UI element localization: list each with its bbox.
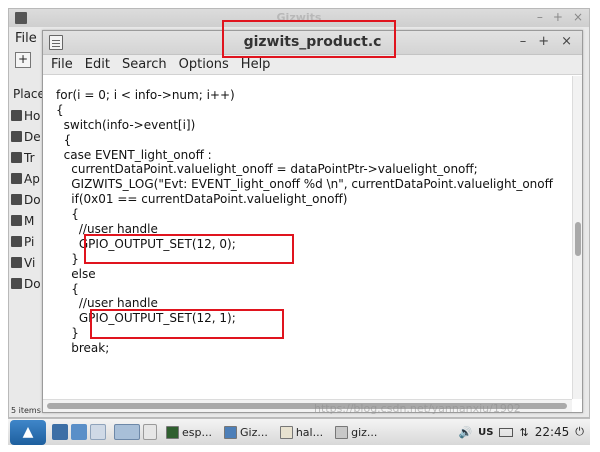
taskbar-task-button[interactable]: esp... xyxy=(163,422,215,442)
sidebar-item-label: Do xyxy=(24,276,41,291)
taskbar-task-label: esp... xyxy=(182,425,212,439)
new-tab-button[interactable]: + xyxy=(15,52,31,68)
title-highlight-box xyxy=(222,20,396,58)
workspace-2-icon[interactable] xyxy=(114,424,140,440)
sidebar-item-label: Do xyxy=(24,192,41,207)
folder-icon xyxy=(223,425,237,439)
places-heading: Place xyxy=(13,87,45,101)
workspace-3-icon[interactable] xyxy=(143,424,157,440)
code-line[interactable]: switch(info->event[i]) xyxy=(56,118,553,133)
show-desktop-icon[interactable] xyxy=(52,424,68,440)
editor-menubar: File Edit Search Options Help xyxy=(43,55,582,75)
documents-folder-icon xyxy=(11,194,22,205)
minimize-button[interactable]: – xyxy=(537,10,543,24)
editor-maximize-button[interactable]: + xyxy=(538,34,549,49)
battery-icon[interactable] xyxy=(499,427,514,437)
power-icon[interactable]: ⏻ xyxy=(575,425,584,439)
sidebar-item[interactable]: Do xyxy=(9,189,45,210)
code-line[interactable]: case EVENT_light_onoff : xyxy=(56,148,553,163)
watermark: https://blog.csdn.net/yannanxiu/1902 xyxy=(314,402,521,415)
places-sidebar: Place Ho De Tr Ap Do M Pi Vi Do xyxy=(9,73,45,294)
music-folder-icon xyxy=(11,215,22,226)
editor-close-button[interactable]: × xyxy=(561,34,572,49)
maximize-button[interactable]: + xyxy=(553,10,563,24)
sidebar-item[interactable]: M xyxy=(9,210,45,231)
downloads-folder-icon xyxy=(11,278,22,289)
file-manager-launcher-icon[interactable] xyxy=(71,424,87,440)
code-line[interactable]: { xyxy=(56,282,553,297)
sidebar-item-label: Ho xyxy=(24,108,41,123)
sidebar-item[interactable]: Vi xyxy=(9,252,45,273)
sidebar-item-label: Pi xyxy=(24,234,35,249)
volume-icon[interactable]: 🔊 xyxy=(458,426,472,439)
editor-window-controls: – + × xyxy=(520,34,572,49)
start-menu-icon: ▲ xyxy=(22,424,34,440)
code-line[interactable]: { xyxy=(56,133,553,148)
menu-options[interactable]: Options xyxy=(179,57,229,72)
taskbar: ▲ esp... Giz... hal... giz... 🔊 US ⇅ 22:45 … xyxy=(8,418,590,445)
sidebar-item-label: Ap xyxy=(24,171,40,186)
code-line[interactable]: { xyxy=(56,103,553,118)
sidebar-item[interactable]: De xyxy=(9,126,45,147)
gpio-set-0-highlight-box xyxy=(84,234,294,264)
taskbar-task-label: giz... xyxy=(351,425,378,439)
clock[interactable]: 22:45 xyxy=(535,425,570,439)
sidebar-item[interactable]: Tr xyxy=(9,147,45,168)
taskbar-task-label: Giz... xyxy=(239,425,268,439)
code-line[interactable]: GIZWITS_LOG("Evt: EVENT_light_onoff %d \… xyxy=(56,177,553,192)
menu-edit[interactable]: Edit xyxy=(85,57,110,72)
code-line[interactable]: break; xyxy=(56,341,553,356)
videos-folder-icon xyxy=(11,257,22,268)
menu-file[interactable]: File xyxy=(15,31,37,46)
text-editor-window: gizwits_product.c – + × File Edit Search… xyxy=(42,30,583,413)
gpio-set-1-highlight-box xyxy=(90,309,284,339)
code-line[interactable]: currentDataPoint.valuelight_onoff = data… xyxy=(56,162,553,177)
sidebar-item-label: De xyxy=(24,129,41,144)
text-editor-icon xyxy=(335,425,349,439)
menu-search[interactable]: Search xyxy=(122,57,167,72)
menu-file[interactable]: File xyxy=(51,57,73,72)
terminal-icon xyxy=(166,425,179,439)
menu-help[interactable]: Help xyxy=(241,57,271,72)
sidebar-item[interactable]: Do xyxy=(9,273,45,294)
taskbar-task-button[interactable]: Giz... xyxy=(221,422,271,442)
file-manager-window-controls: – + × xyxy=(537,10,583,24)
sidebar-item-label: M xyxy=(24,213,35,228)
taskbar-task-button[interactable]: hal... xyxy=(277,422,326,442)
desktop-icon xyxy=(11,131,22,142)
network-icon[interactable]: ⇅ xyxy=(519,426,528,439)
sidebar-item-label: Tr xyxy=(24,150,35,165)
trash-icon xyxy=(11,152,22,163)
home-icon xyxy=(11,110,22,121)
code-line[interactable]: { xyxy=(56,207,553,222)
status-bar: 5 items xyxy=(11,406,41,415)
sidebar-item-label: Vi xyxy=(24,255,36,270)
code-line[interactable]: if(0x01 == currentDataPoint.valuelight_o… xyxy=(56,192,553,207)
close-button[interactable]: × xyxy=(573,10,583,24)
pictures-folder-icon xyxy=(11,236,22,247)
sidebar-item[interactable]: Ho xyxy=(9,105,45,126)
sidebar-item[interactable]: Ap xyxy=(9,168,45,189)
taskbar-task-label: hal... xyxy=(295,425,324,439)
vertical-scrollbar[interactable] xyxy=(572,76,582,399)
sidebar-item[interactable]: Pi xyxy=(9,231,45,252)
system-tray: 🔊 US ⇅ 22:45 ⏻ xyxy=(458,425,590,439)
code-line[interactable]: for(i = 0; i < info->num; i++) xyxy=(56,88,553,103)
text-editor-icon xyxy=(279,425,293,439)
applications-icon xyxy=(11,173,22,184)
start-menu-button[interactable]: ▲ xyxy=(10,419,46,445)
code-line[interactable]: else xyxy=(56,267,553,282)
editor-minimize-button[interactable]: – xyxy=(520,34,527,49)
workspace-1-icon[interactable] xyxy=(90,424,106,440)
taskbar-task-button[interactable]: giz... xyxy=(332,422,380,442)
keyboard-layout-indicator[interactable]: US xyxy=(478,427,493,438)
vertical-scrollbar-thumb[interactable] xyxy=(575,222,581,256)
